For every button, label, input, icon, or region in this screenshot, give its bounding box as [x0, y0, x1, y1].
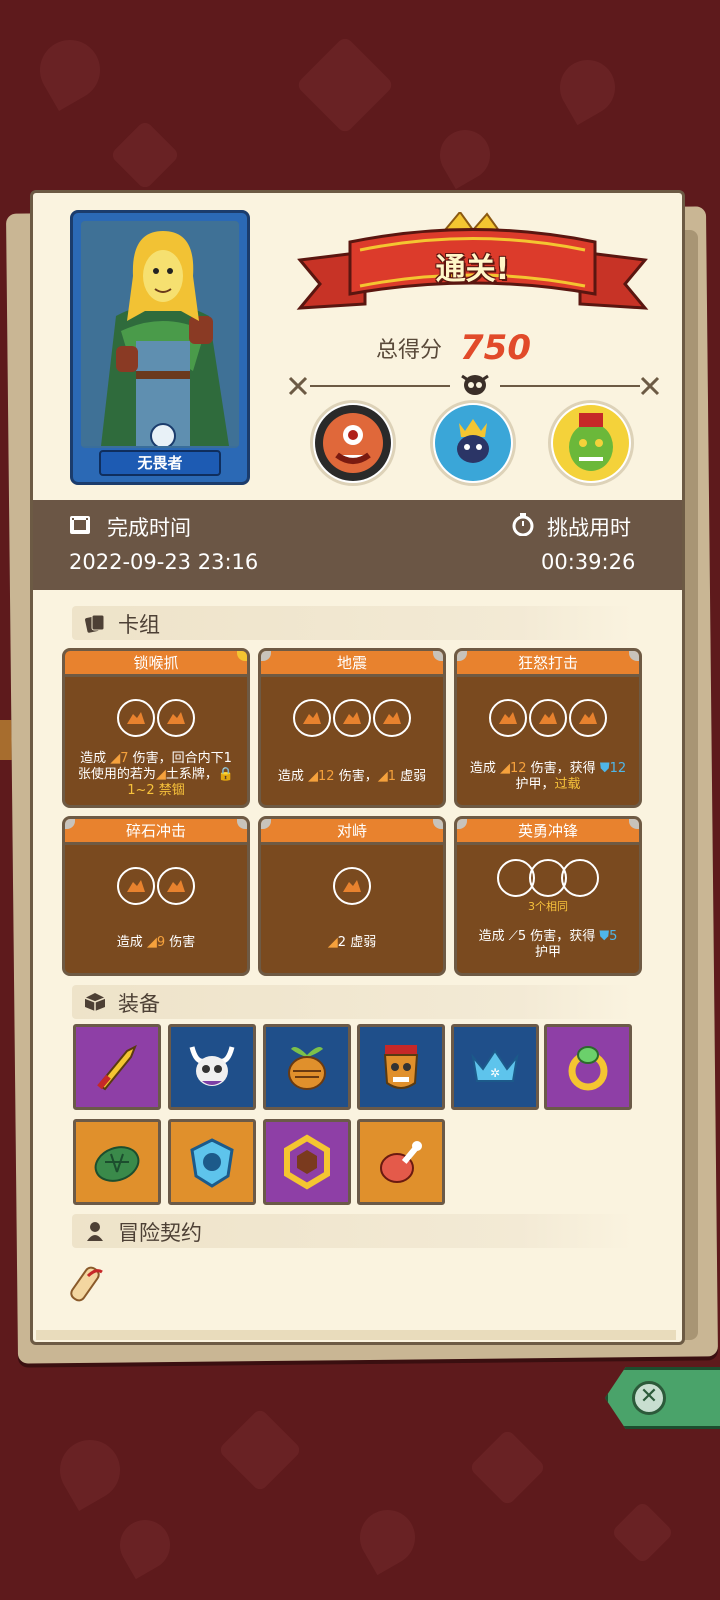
card-cost	[261, 867, 443, 905]
card-name: 对峙	[261, 819, 443, 845]
earth-orb-icon	[529, 699, 567, 737]
close-icon[interactable]: ✕	[632, 1381, 666, 1415]
card-name: 锁喉抓	[65, 651, 247, 677]
card-cost	[457, 699, 639, 737]
cards-icon	[85, 614, 105, 633]
stopwatch-icon	[512, 513, 534, 536]
hero-card[interactable]: 无畏者	[70, 210, 250, 485]
deck-section-header: 卡组	[72, 606, 632, 640]
boss-1[interactable]	[310, 400, 396, 486]
card-description: 造成 ◢12 伤害，◢1 虚弱	[277, 769, 427, 784]
svg-text:✲: ✲	[490, 1066, 500, 1080]
card-description: 造成 ◢12 伤害，获得 ⛊12 护甲，过载	[469, 761, 627, 792]
crowned-spirit-boss-icon	[435, 405, 511, 481]
earth-orb-icon	[157, 699, 195, 737]
equipment-slot[interactable]	[544, 1024, 632, 1110]
skill-card[interactable]: 狂怒打击 造成 ◢12 伤害，获得 ⛊12 护甲，过载	[454, 648, 642, 808]
meat-leg-icon	[380, 1141, 422, 1183]
equipment-title: 装备	[118, 992, 160, 1016]
equipment-slot[interactable]	[263, 1024, 351, 1110]
card-cost	[261, 699, 443, 737]
card-description: 造成 ⟋5 伤害，获得 ⛊5 护甲	[478, 929, 618, 960]
score-label: 总得分	[376, 338, 443, 363]
skull-shield-icon	[190, 1138, 234, 1188]
equipment-slot[interactable]	[73, 1024, 161, 1110]
card-cost	[65, 699, 247, 737]
card-name: 地震	[261, 651, 443, 677]
earth-orb-icon	[569, 699, 607, 737]
scroll-icon[interactable]	[66, 1258, 116, 1308]
tribal-mask-icon	[383, 1045, 419, 1089]
contract-title: 冒险契约	[118, 1221, 202, 1245]
skill-card[interactable]: 地震 造成 ◢12 伤害，◢1 虚弱	[258, 648, 446, 808]
deck-title: 卡组	[118, 613, 160, 637]
card-name: 狂怒打击	[457, 651, 639, 677]
score-row: 总得分 750	[376, 328, 531, 368]
hero-name-label: 无畏者	[99, 450, 221, 476]
skill-card[interactable]: 英勇冲锋 3个相同 造成 ⟋5 伤害，获得 ⛊5 护甲	[454, 816, 642, 976]
equipment-slot[interactable]	[73, 1119, 161, 1205]
equipment-slot[interactable]	[357, 1024, 445, 1110]
turnip-icon	[288, 1047, 326, 1090]
card-cost	[457, 859, 639, 897]
finish-time-label: 完成时间	[107, 516, 191, 540]
earth-orb-icon	[489, 699, 527, 737]
hero-illustration-icon	[81, 221, 239, 448]
challenge-time-value: 00:39:26	[541, 550, 636, 574]
jeweled-ring-icon	[568, 1046, 608, 1091]
hex-amulet-icon	[284, 1134, 330, 1190]
score-value: 750	[460, 328, 531, 368]
cyclops-boss-icon	[315, 405, 391, 481]
same-requirement-note: 3个相同	[528, 900, 568, 913]
victory-title: 通关!	[435, 252, 510, 287]
skill-card[interactable]: 锁喉抓 造成 ◢7 伤害，回合内下1 张使用的若为◢土系牌，🔒 1~2 禁锢	[62, 648, 250, 808]
card-description: 造成 ◢9 伤害	[116, 935, 196, 950]
card-name: 英勇冲锋	[457, 819, 639, 845]
card-name: 碎石冲击	[65, 819, 247, 845]
page-edge	[36, 1330, 676, 1340]
earth-orb-icon	[373, 699, 411, 737]
earth-orb-icon	[157, 867, 195, 905]
equipment-slot[interactable]	[263, 1119, 351, 1205]
contract-section-header: 冒险契约	[72, 1214, 632, 1248]
card-description: ◢2 虚弱	[327, 935, 377, 950]
equipment-slot[interactable]	[168, 1119, 256, 1205]
card-description: 造成 ◢7 伤害，回合内下1 张使用的若为◢土系牌，🔒 1~2 禁锢	[77, 751, 235, 798]
skull-icon	[461, 374, 489, 395]
card-cost	[65, 867, 247, 905]
empty-orb-icon	[561, 859, 599, 897]
boss-2[interactable]	[430, 400, 516, 486]
equipment-slot[interactable]	[168, 1024, 256, 1110]
ice-crown-icon: ✲	[471, 1049, 519, 1082]
victory-banner: 通关!	[295, 210, 650, 322]
finish-time-value: 2022-09-23 23:16	[69, 550, 259, 574]
earth-orb-icon	[117, 699, 155, 737]
box-icon	[84, 993, 106, 1011]
challenge-time-label: 挑战用时	[547, 516, 631, 540]
crossed-swords-icon	[288, 376, 308, 396]
time-info-bar: 完成时间 2022-09-23 23:16 挑战用时 00:39:26	[33, 500, 682, 590]
person-icon	[87, 1222, 103, 1241]
earth-orb-icon	[293, 699, 331, 737]
green-demon-boss-icon	[553, 405, 629, 481]
skill-card[interactable]: 对峙 ◢2 虚弱	[258, 816, 446, 976]
earth-orb-icon	[117, 867, 155, 905]
horned-skull-icon	[189, 1046, 235, 1086]
crossed-swords-icon	[640, 376, 660, 396]
equipment-slot[interactable]: ✲	[451, 1024, 539, 1110]
boss-3[interactable]	[548, 400, 634, 486]
turtle-shell-icon	[94, 1146, 140, 1182]
equipment-section-header: 装备	[72, 985, 632, 1019]
hero-portrait	[81, 221, 239, 448]
earth-orb-icon	[333, 699, 371, 737]
film-calendar-icon	[70, 516, 90, 534]
earth-orb-icon	[333, 867, 371, 905]
equipment-slot[interactable]	[357, 1119, 445, 1205]
golden-dagger-icon	[97, 1044, 137, 1091]
skill-card[interactable]: 碎石冲击 造成 ◢9 伤害	[62, 816, 250, 976]
